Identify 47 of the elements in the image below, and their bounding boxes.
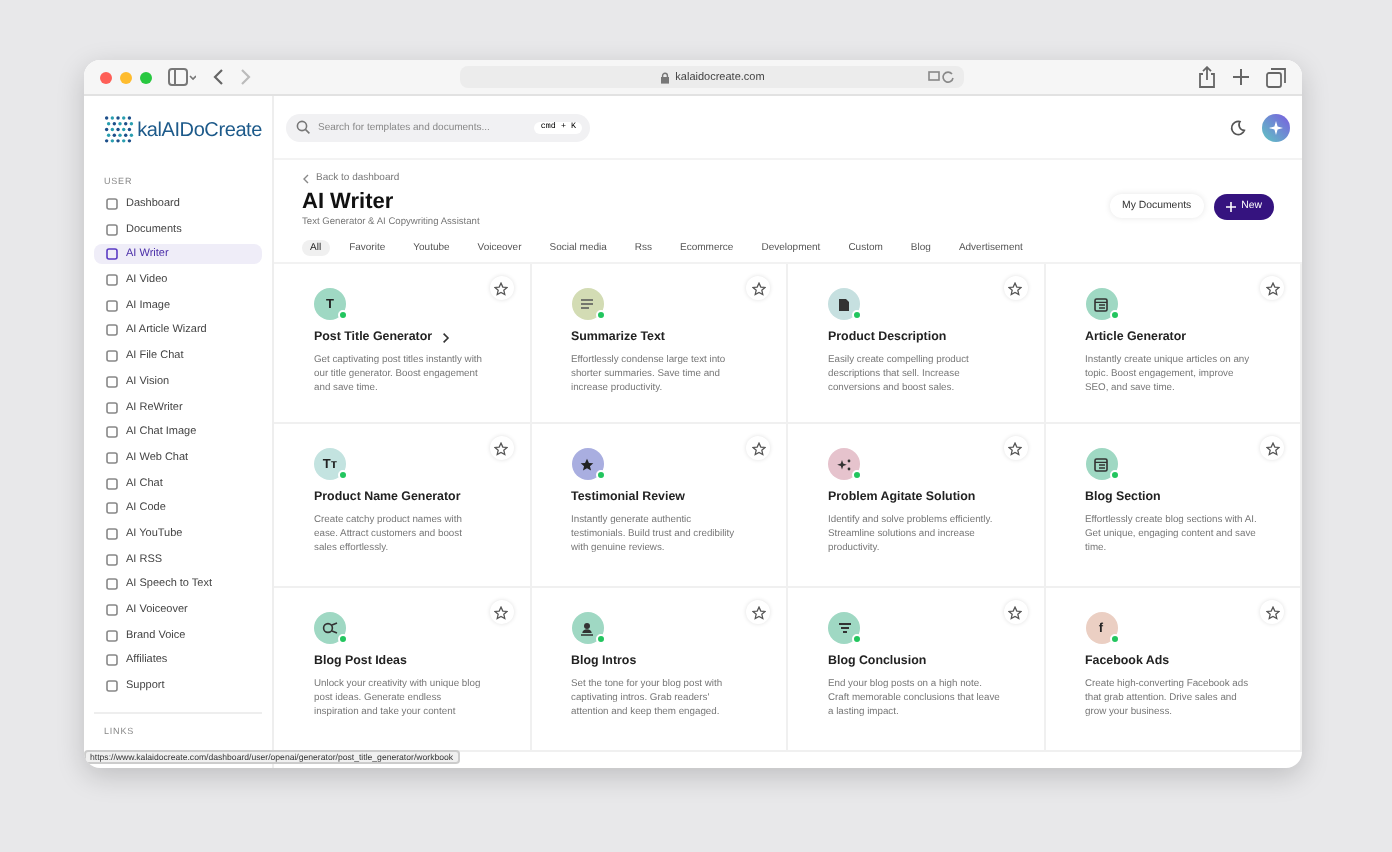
menu-square-icon: [106, 299, 118, 312]
menu-square-icon: [106, 680, 118, 693]
favorite-star-button[interactable]: [489, 276, 513, 300]
menu-square-icon: [106, 629, 118, 642]
menu-square-icon: [106, 198, 118, 210]
plus-icon: [1225, 201, 1236, 211]
menu-square-icon: [106, 426, 118, 439]
favorite-star-button[interactable]: [1260, 600, 1284, 624]
avatar-icon[interactable]: [1262, 113, 1290, 141]
menu-square-icon: [106, 604, 118, 616]
search-icon: [296, 120, 310, 134]
favorite-star-button[interactable]: [1003, 600, 1027, 624]
menu-square-icon: [106, 223, 118, 236]
lock-icon: [659, 71, 670, 83]
close-window-icon[interactable]: [100, 71, 112, 83]
share-icon[interactable]: [1198, 66, 1216, 88]
chevron-left-icon: [302, 173, 310, 183]
page-title: AI Writer: [302, 190, 396, 214]
favorite-star-button[interactable]: [489, 600, 513, 624]
favorite-star-button[interactable]: [746, 276, 770, 300]
favorite-star-button[interactable]: [1260, 276, 1284, 300]
favorite-star-button[interactable]: [746, 600, 770, 624]
menu-square-icon: [106, 401, 118, 413]
moon-icon[interactable]: [1230, 119, 1246, 135]
menu-square-icon: [106, 324, 118, 337]
favorite-star-button[interactable]: [489, 436, 513, 460]
menu-square-icon: [106, 375, 118, 388]
menu-square-icon: [106, 654, 118, 667]
favorite-star-button[interactable]: [1003, 276, 1027, 300]
favorite-star-button[interactable]: [1003, 436, 1027, 460]
logo-text: kalAIDoCreate: [137, 119, 262, 141]
menu-square-icon: [106, 451, 118, 464]
menu-square-icon: [106, 553, 118, 566]
menu-square-icon: [106, 527, 118, 540]
menu-square-icon: [106, 502, 118, 515]
favorite-star-button[interactable]: [746, 436, 770, 460]
favorite-star-button[interactable]: [1260, 436, 1284, 460]
plus-icon[interactable]: [1232, 68, 1250, 86]
menu-square-icon: [106, 578, 118, 591]
back-icon[interactable]: [212, 68, 224, 86]
menu-square-icon: [106, 350, 118, 363]
menu-square-icon: [106, 248, 118, 261]
reload-icon[interactable]: [928, 70, 956, 84]
tabs-icon[interactable]: [1266, 67, 1286, 87]
menu-square-icon: [106, 274, 118, 287]
menu-square-icon: [106, 477, 118, 490]
sidebar-toggle-icon[interactable]: [168, 68, 196, 86]
